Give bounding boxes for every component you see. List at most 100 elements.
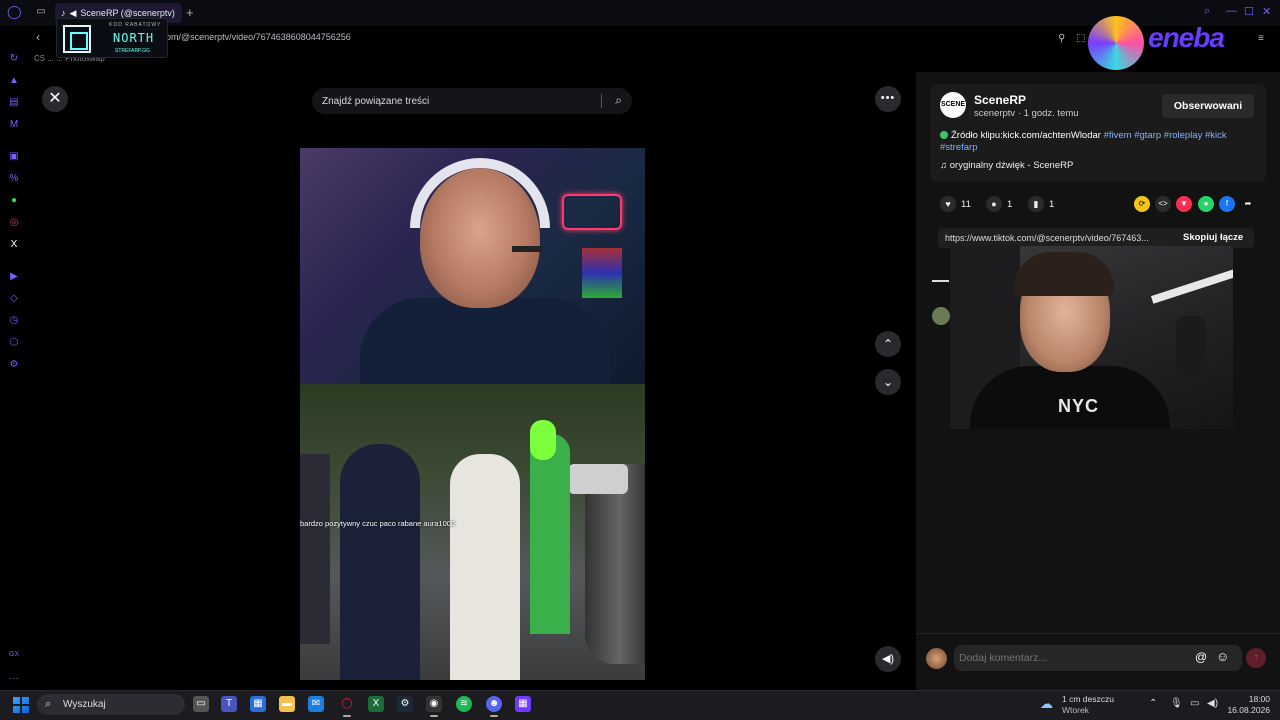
character-shape [340,444,420,680]
save-button[interactable]: ▮ 1 [1028,196,1054,212]
sound-row[interactable]: ♫ oryginalny dźwięk - SceneRP [940,160,1073,171]
screen: ◯ ▭ ♪ ◀ SceneRP (@scenerptv) + ⌕ — ☐ ✕ ‹… [0,0,1280,720]
close-video-button[interactable]: ✕ [42,86,68,112]
sidebar-extensions-icon[interactable]: ⬡ [7,336,21,350]
sidebar-whatsapp-icon[interactable]: ● [7,194,21,208]
sidebar-twitch-icon[interactable]: ▣ [7,150,21,164]
avatar[interactable]: SCENE [940,92,966,118]
excel-icon[interactable]: X [368,696,384,712]
taskbar-search[interactable]: ⌕ Wyszukaj [37,694,185,715]
sidebar-x-icon[interactable]: X [7,238,21,252]
hoodie-shape [360,298,610,388]
my-avatar [926,648,947,669]
volume-icon[interactable]: ◀) [1207,698,1218,709]
sidebar-instagram-icon[interactable]: ◎ [7,216,21,230]
save-count: 1 [1049,199,1055,210]
share-arrow-icon[interactable]: ➦ [1240,196,1256,212]
chevron-down-icon: ⌄ [882,375,894,389]
north-brand: NORTH [113,31,155,45]
follow-button[interactable]: Obserwowani [1162,94,1254,118]
sidebar-settings-icon[interactable]: ⚙ [7,358,21,372]
discord-icon[interactable]: ☻ [486,696,502,717]
opera-logo-icon[interactable]: ◯ [7,5,22,19]
next-video-button[interactable]: ⌄ [875,369,901,395]
shirt-print: NYC [1058,396,1100,416]
pin-icon[interactable]: ⚲ [1058,33,1065,44]
facebook-icon[interactable]: f [1219,196,1235,212]
sidebar-mail-icon[interactable]: M [7,118,21,132]
neon-sign-shape [562,194,622,230]
like-count: 11 [961,199,971,210]
steam-icon[interactable]: ⚙ [397,696,413,712]
green-dot-icon [940,131,948,139]
account-name[interactable]: SceneRP [974,93,1026,107]
sidebar-bookmark-icon[interactable]: ◇ [7,292,21,306]
sidebar-gx-icon[interactable]: GX [7,648,21,662]
sidebar-more-icon[interactable]: … [7,670,21,684]
sidebar-store-icon[interactable]: ▲ [7,74,21,88]
whatsapp-icon[interactable]: ● [1198,196,1214,212]
car-shape [568,464,628,494]
snapshot-icon[interactable]: ⬚ [1076,33,1085,44]
sidebar-player-icon[interactable]: ▶ [7,270,21,284]
north-promo-logo: KOD RABATOWY NORTH STREFARP.GG [56,18,168,58]
obs-icon[interactable]: ◉ [426,696,442,717]
search-icon[interactable]: ⌕ [615,93,622,108]
commenter-avatar[interactable] [932,307,950,325]
mention-icon[interactable]: @ [1195,650,1207,664]
explorer-icon[interactable]: ▬ [279,696,295,712]
sidebar-speed-dial-icon[interactable]: ↻ [7,52,21,66]
store-icon[interactable]: ▦ [250,696,266,712]
copy-link-button[interactable]: Skopiuj łącze [1183,228,1243,248]
new-tab-icon[interactable]: + [186,5,194,20]
spotify-icon[interactable]: ≋ [456,696,472,712]
north-logo-icon [63,25,91,53]
search-icon: ⌕ [45,698,52,710]
clock-date[interactable]: 16.08.2026 [1226,705,1270,715]
volume-button[interactable]: ◀) [875,646,901,672]
arrow-up-icon: ↑ [1253,652,1259,663]
clock-time[interactable]: 18:00 [1246,694,1270,704]
send-icon[interactable]: ▼ [1176,196,1192,212]
windows-start-icon[interactable] [13,697,29,713]
embed-icon[interactable]: <> [1155,196,1171,212]
rain-cloud-icon[interactable]: ☁ [1040,696,1053,712]
post-comment-button[interactable]: ↑ [1246,648,1266,668]
sidebar-percent-icon[interactable]: % [7,172,21,186]
url-field[interactable]: om/@scenerptv/video/7674638608044756256 [166,32,351,42]
emoji-icon[interactable]: ☺ [1216,649,1229,664]
display-icon[interactable]: ▭ [1190,698,1199,709]
opera-gx-icon[interactable]: ◯ [339,696,355,717]
comment-button[interactable]: ● 1 [986,196,1012,212]
microphone-icon[interactable]: 🎙 [1170,698,1183,709]
tab-switcher-icon[interactable]: ▭ [34,5,48,19]
tray-chevron-up-icon[interactable]: ⌃ [1149,698,1157,709]
more-options-button[interactable]: ••• [875,86,901,112]
video-player[interactable] [300,72,645,688]
car-shape [585,464,645,664]
teams-icon[interactable]: T [221,696,237,712]
repost-icon[interactable]: ⟳ [1134,196,1150,212]
taskbar-search-label: Wyszukaj [63,699,106,710]
apps-grid-icon[interactable]: ▦ [515,696,531,712]
character-shape [530,434,570,634]
related-search-bar[interactable]: Znajdź powiązane treści ⌕ [312,88,632,114]
weather-day: Wtorek [1062,705,1089,715]
more-dots-icon: ••• [880,92,896,104]
character-shape [530,420,556,460]
rgb-light-shape [582,248,622,298]
sidebar-history-icon[interactable]: ◷ [7,314,21,328]
character-shape [450,454,520,680]
task-view-icon[interactable]: ▭ [193,696,209,712]
eneba-logo: eneba [1088,16,1264,70]
previous-video-button[interactable]: ⌃ [875,331,901,357]
back-arrow-icon[interactable]: ‹ [36,30,40,44]
eneba-mascot-icon [1088,16,1144,70]
sidebar-news-icon[interactable]: ▤ [7,96,21,110]
eneba-wordmark: eneba [1148,22,1225,53]
video-caption: bardzo pozytywny czuc paco rabane aura10… [300,519,456,528]
like-button[interactable]: ♥ 11 [940,196,971,212]
mail-icon[interactable]: ✉ [308,696,324,712]
account-subtitle: scenerptv · 1 godz. temu [974,108,1079,119]
description-text: Źródło klipu:kick.com/achtenWlodar [951,130,1101,141]
